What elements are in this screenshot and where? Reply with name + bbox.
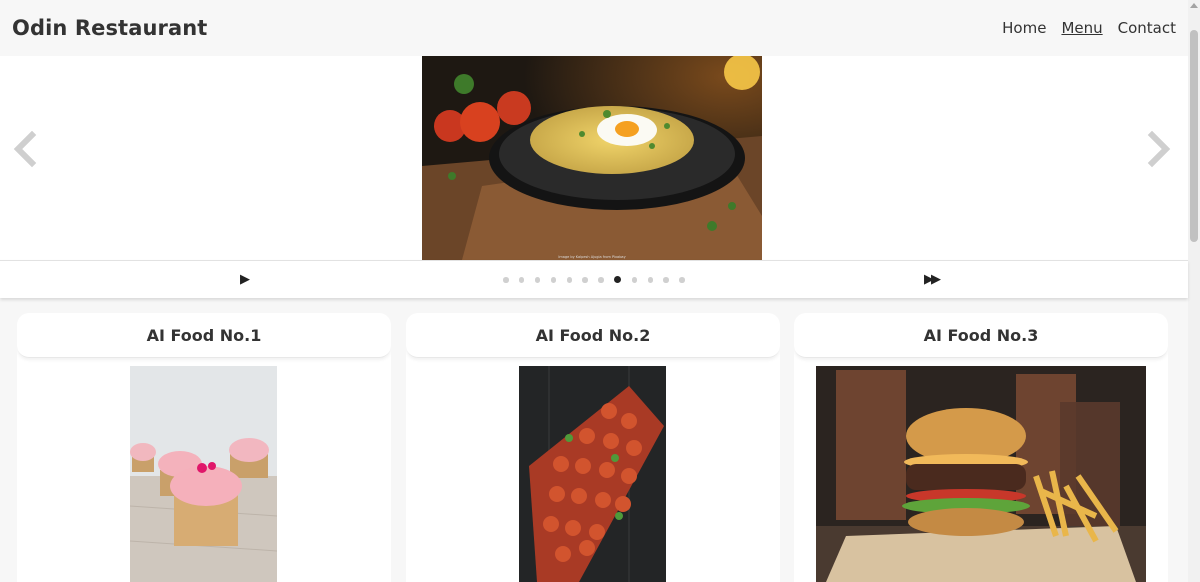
carousel-slide-image: Image by Kalpesh Ajugia from Pixabay [422,56,762,260]
card-image [519,366,666,582]
carousel-dot[interactable] [679,277,685,283]
carousel-dot[interactable] [566,277,573,283]
carousel-next-button[interactable] [1144,130,1174,171]
carousel-prev-button[interactable] [10,130,40,171]
site-header: Odin Restaurant Home Menu Contact [0,0,1188,56]
carousel-indicators [503,276,685,283]
page-scrollbar[interactable] [1188,0,1200,582]
chevron-right-icon [1147,130,1171,168]
image-credit: Image by Kalpesh Ajugia from Pixabay [558,255,625,259]
carousel-controls: ▶ ▶▶ [0,260,1188,298]
nav-home[interactable]: Home [1002,19,1046,37]
carousel-dot-active[interactable] [614,276,622,283]
image-carousel: Image by Kalpesh Ajugia from Pixabay [0,56,1188,260]
scrollbar-thumb[interactable] [1190,30,1198,242]
play-button[interactable]: ▶ [240,272,250,287]
nav-contact[interactable]: Contact [1118,19,1176,37]
carousel-dot[interactable] [582,277,588,283]
carousel-dot[interactable] [663,277,669,283]
fast-forward-button[interactable]: ▶▶ [924,272,941,287]
card-title: AI Food No.2 [406,313,780,358]
carousel-dot[interactable] [647,277,654,283]
carousel-dot[interactable] [534,277,541,283]
card-image [130,366,277,582]
site-title: Odin Restaurant [12,16,208,40]
food-card: AI Food No.3 [794,313,1168,582]
nav-menu[interactable]: Menu [1061,19,1102,37]
card-title: AI Food No.3 [794,313,1168,358]
scroll-up-arrow-icon[interactable] [1190,3,1198,8]
carousel-dot[interactable] [550,277,557,283]
food-card: AI Food No.2 [406,313,780,582]
food-card: AI Food No.1 [17,313,391,582]
carousel-dot[interactable] [503,277,509,283]
carousel-dot[interactable] [598,277,604,283]
chevron-left-icon [13,130,37,168]
card-image [816,366,1146,582]
main-nav: Home Menu Contact [1002,19,1176,37]
carousel-dot[interactable] [631,277,638,283]
carousel-dot[interactable] [518,277,525,283]
card-title: AI Food No.1 [17,313,391,358]
